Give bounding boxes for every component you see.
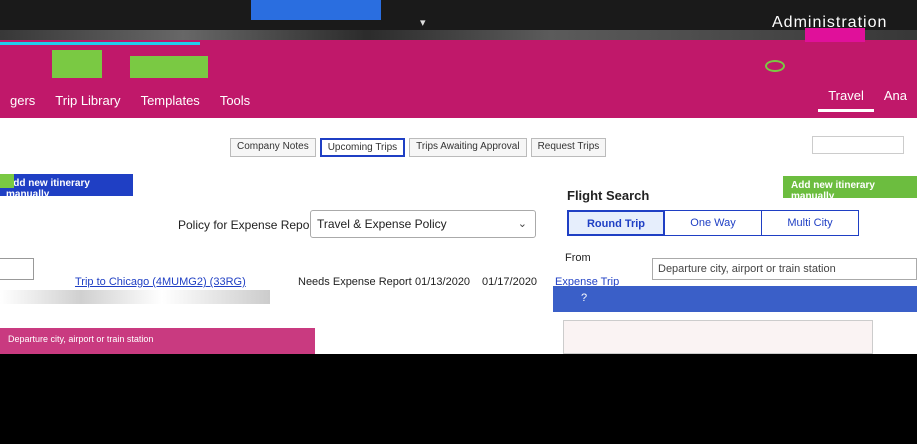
header-blue-block [251, 0, 381, 20]
policy-select-value: Travel & Expense Policy [317, 217, 447, 231]
nav-item-travel[interactable]: Travel [818, 88, 874, 112]
tab-trips-awaiting-approval[interactable]: Trips Awaiting Approval [409, 138, 527, 157]
top-header: ▾ Administration [0, 0, 917, 82]
flight-search-title: Flight Search [567, 188, 650, 203]
tab-company-notes[interactable]: Company Notes [230, 138, 316, 157]
main-content: Company Notes Upcoming Trips Trips Await… [0, 118, 917, 354]
chevron-down-icon: ⌄ [517, 218, 527, 230]
blank-area [0, 354, 917, 444]
lower-left-strip: Departure city, airport or train station [0, 328, 315, 354]
nav-item-templates[interactable]: Templates [131, 93, 210, 108]
add-itinerary-button[interactable]: Add new itinerary manually [783, 176, 917, 202]
logo-icon [765, 60, 785, 72]
header-green-block [52, 50, 102, 78]
table-row[interactable]: Trip to Chicago (4MUMG2) (33RG) Needs Ex… [0, 272, 620, 292]
departure-input[interactable]: Departure city, airport or train station [652, 258, 917, 280]
policy-label: Policy for Expense Reports [178, 218, 323, 232]
main-nav: gers Trip Library Templates Tools Travel… [0, 82, 917, 118]
lower-left-text: Departure city, airport or train station [8, 334, 154, 344]
multi-city-button[interactable]: Multi City [761, 210, 859, 236]
help-icon[interactable]: ? [581, 292, 587, 304]
trip-end-date: 01/17/2020 [482, 276, 538, 288]
nav-right: Travel Ana [818, 88, 917, 112]
trip-link[interactable]: Trip to Chicago (4MUMG2) (33RG) [75, 276, 246, 288]
row-glitch [0, 290, 270, 304]
round-trip-button[interactable]: Round Trip [567, 210, 665, 236]
add-itinerary-header[interactable]: Add new itinerary manually [0, 174, 133, 200]
header-green-block-2 [130, 56, 208, 78]
nav-item-tools[interactable]: Tools [210, 93, 260, 108]
tab-upcoming-trips[interactable]: Upcoming Trips [319, 138, 406, 157]
tab-request-trips[interactable]: Request Trips [530, 138, 607, 157]
left-green-accent [0, 174, 14, 188]
policy-select[interactable]: Travel & Expense Policy ⌄ [310, 210, 536, 238]
nav-item-trip-library[interactable]: Trip Library [45, 93, 130, 108]
search-options-band: ? [553, 286, 917, 312]
nav-item-analytics[interactable]: Ana [874, 88, 917, 112]
header-cyan-line [0, 42, 200, 45]
search-field-2[interactable] [563, 320, 873, 354]
trip-tabs: Company Notes Upcoming Trips Trips Await… [230, 138, 607, 157]
user-dropdown[interactable]: ▾ [420, 16, 426, 29]
mini-search-box[interactable] [812, 136, 904, 154]
from-label: From [565, 252, 591, 264]
trip-status: Needs Expense Report [298, 276, 412, 288]
trip-start-date: 01/13/2020 [415, 276, 471, 288]
header-magenta-block [805, 28, 865, 42]
one-way-button[interactable]: One Way [664, 210, 762, 236]
nav-item-travelers[interactable]: gers [0, 93, 45, 108]
trip-type-toggle: Round Trip One Way Multi City [567, 210, 859, 236]
